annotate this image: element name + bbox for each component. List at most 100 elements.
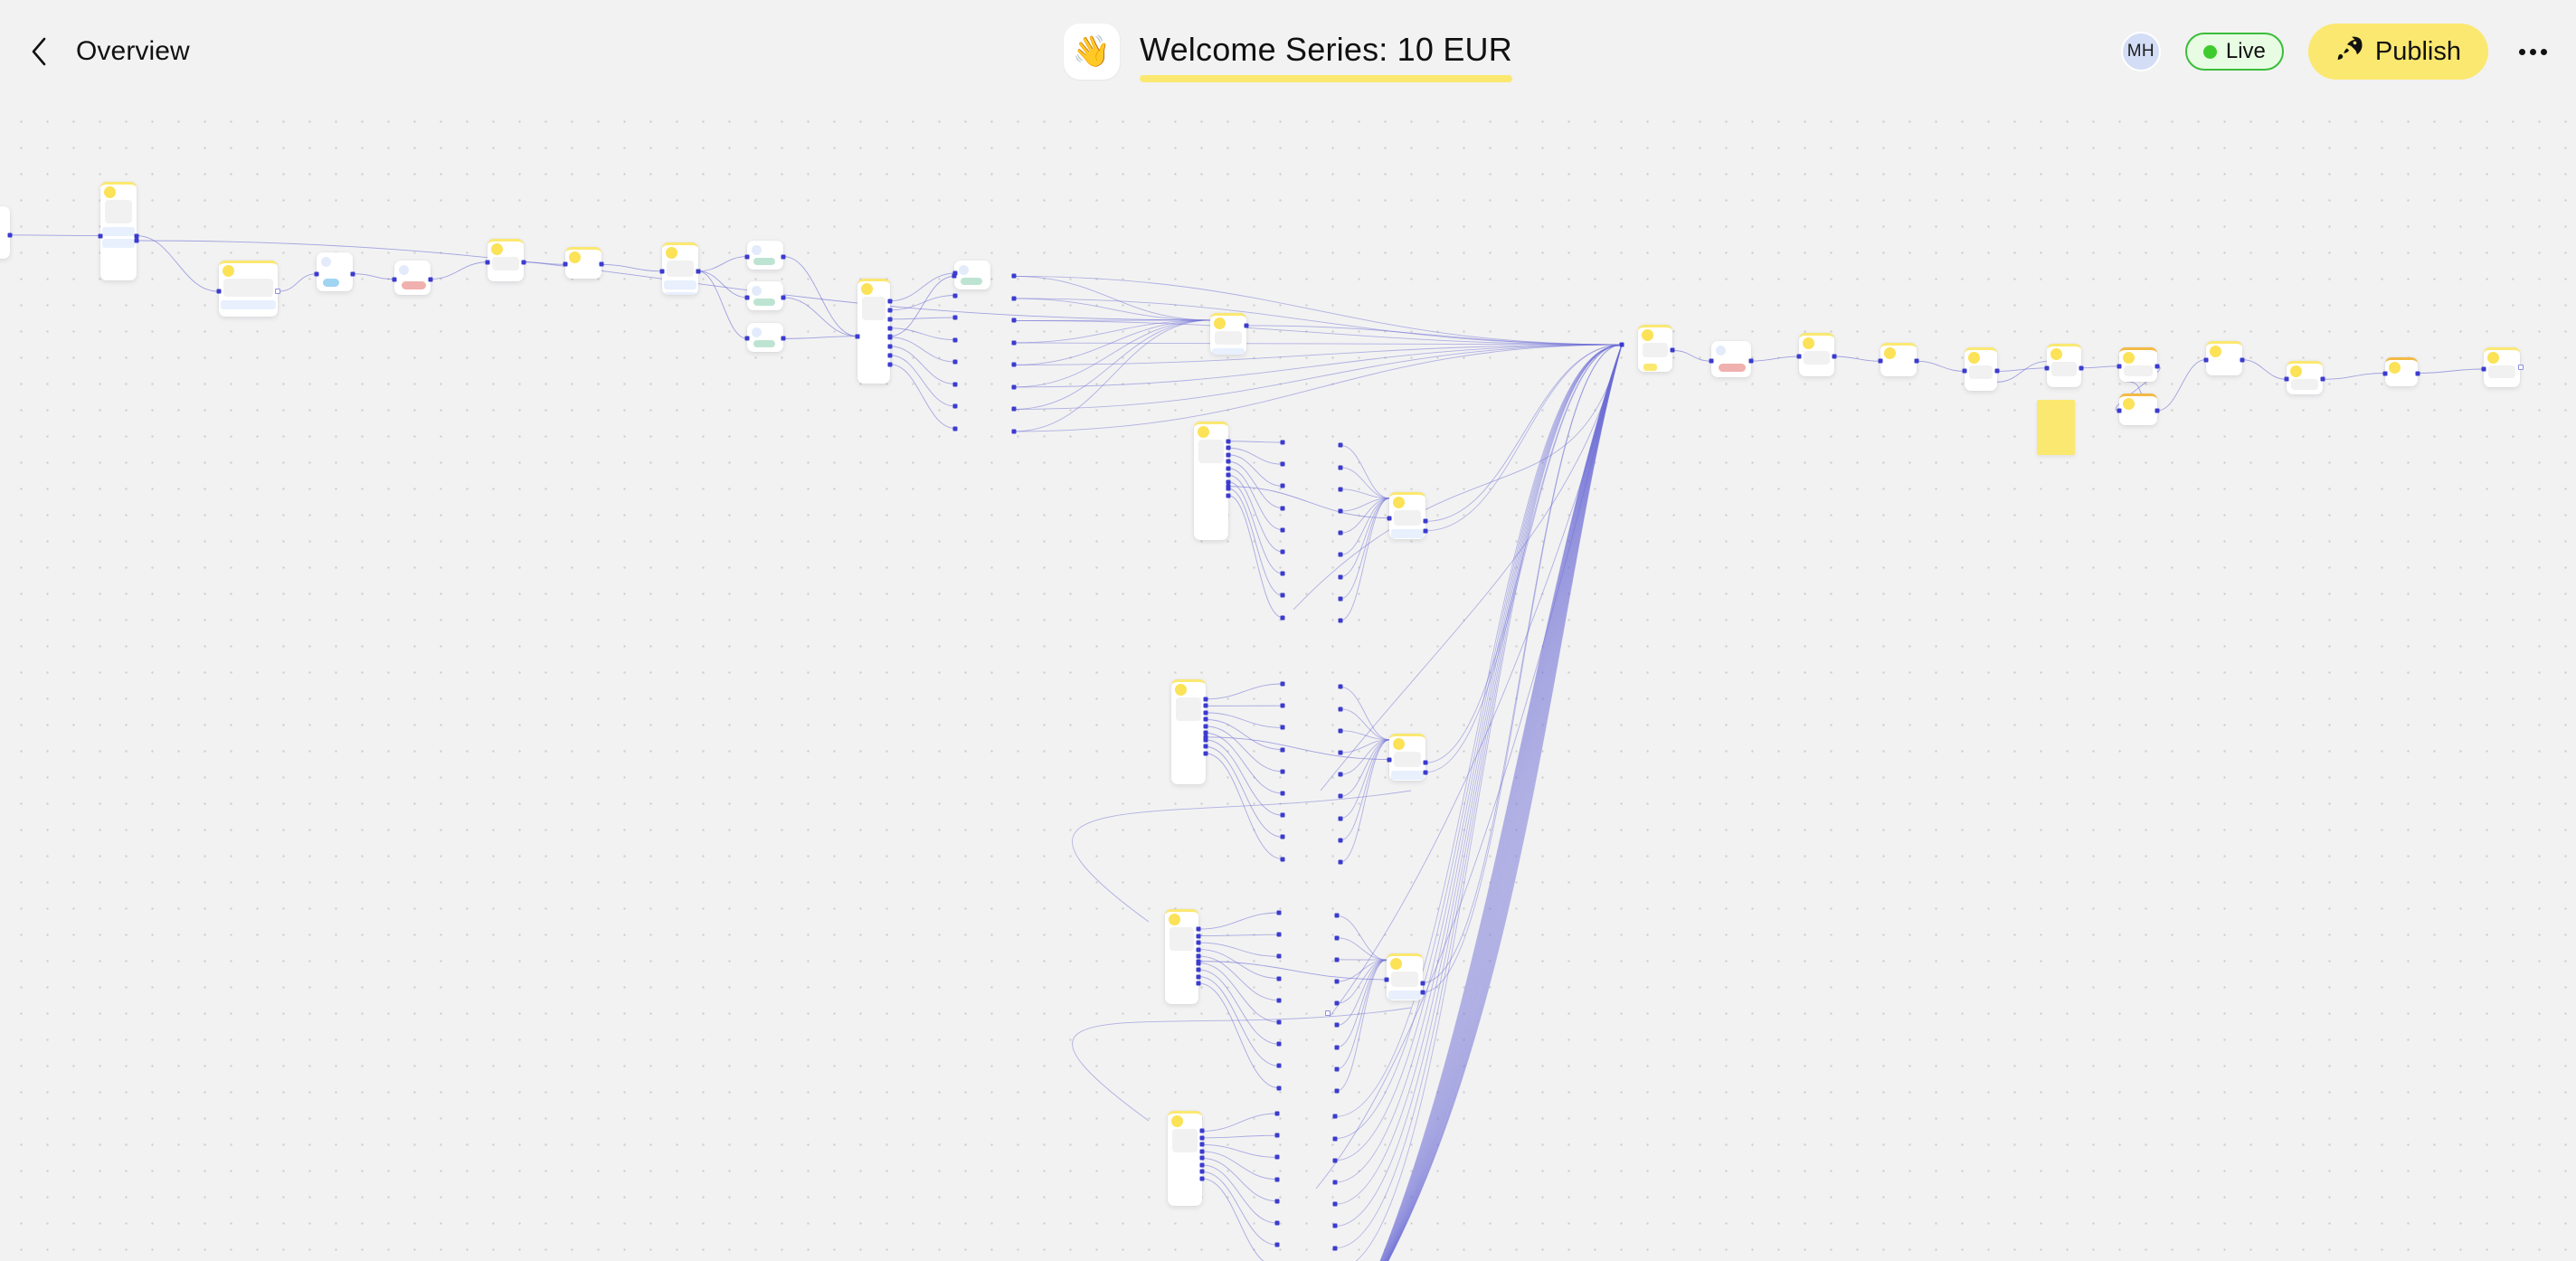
node-handle[interactable]: [1332, 1136, 1338, 1142]
node-handle[interactable]: [1203, 730, 1208, 735]
node-handle[interactable]: [1011, 384, 1017, 390]
flow-node-branch[interactable]: [1164, 909, 1199, 1004]
node-handle[interactable]: [1196, 940, 1201, 945]
node-handle[interactable]: [1338, 684, 1343, 689]
node-handle[interactable]: [1011, 273, 1017, 279]
flow-node-action[interactable]: [2046, 344, 2081, 388]
node-handle[interactable]: [1276, 1041, 1282, 1047]
node-handle[interactable]: [1423, 760, 1428, 765]
node-handle[interactable]: [1203, 703, 1208, 708]
node-handle-open[interactable]: [1325, 1010, 1331, 1016]
node-handle[interactable]: [952, 426, 958, 431]
flow-node-message[interactable]: [317, 251, 354, 292]
node-handle[interactable]: [1280, 791, 1285, 796]
node-handle-open[interactable]: [274, 289, 280, 295]
node-handle[interactable]: [1276, 1086, 1282, 1091]
node-handle[interactable]: [659, 269, 665, 274]
node-handle[interactable]: [2320, 376, 2325, 382]
flow-node-branch[interactable]: [1194, 421, 1229, 540]
flow-node-branch[interactable]: [99, 181, 137, 280]
publish-button[interactable]: Publish: [2307, 24, 2488, 80]
node-handle[interactable]: [1338, 465, 1343, 470]
node-handle[interactable]: [1332, 1114, 1338, 1119]
node-handle[interactable]: [1280, 747, 1285, 753]
node-handle[interactable]: [2203, 357, 2209, 363]
node-handle[interactable]: [1199, 1162, 1205, 1168]
flow-node-wait[interactable]: [1880, 342, 1918, 377]
node-handle[interactable]: [1619, 342, 1624, 347]
node-handle[interactable]: [2240, 357, 2245, 363]
node-handle[interactable]: [1196, 981, 1201, 986]
avatar[interactable]: MH: [2120, 32, 2161, 71]
node-handle[interactable]: [428, 277, 433, 282]
node-handle[interactable]: [314, 271, 319, 277]
flow-node-message[interactable]: [393, 260, 431, 295]
flow-node-message[interactable]: [747, 281, 784, 311]
node-handle[interactable]: [1276, 953, 1282, 959]
node-handle[interactable]: [1280, 812, 1285, 818]
breadcrumb-overview[interactable]: Overview: [76, 36, 190, 67]
node-handle[interactable]: [1196, 953, 1201, 959]
flow-node-wait[interactable]: [564, 247, 601, 280]
node-handle[interactable]: [1338, 772, 1343, 777]
node-handle[interactable]: [1203, 751, 1208, 756]
node-handle[interactable]: [1796, 354, 1802, 359]
node-handle[interactable]: [1011, 318, 1017, 323]
node-handle[interactable]: [1280, 834, 1285, 839]
more-options-button[interactable]: [2513, 32, 2552, 71]
node-handle[interactable]: [1338, 793, 1343, 799]
node-handle[interactable]: [1226, 472, 1231, 478]
node-handle[interactable]: [1226, 493, 1231, 498]
node-handle[interactable]: [1196, 967, 1201, 972]
node-handle[interactable]: [1203, 697, 1208, 702]
node-handle[interactable]: [1280, 506, 1285, 511]
node-handle[interactable]: [216, 289, 222, 294]
node-handle[interactable]: [1196, 947, 1201, 953]
node-handle[interactable]: [1334, 1067, 1340, 1072]
node-handle[interactable]: [485, 260, 490, 265]
node-handle[interactable]: [1423, 518, 1428, 524]
node-handle[interactable]: [134, 238, 139, 243]
flow-node-message[interactable]: [747, 240, 784, 270]
node-handle[interactable]: [392, 277, 397, 282]
node-handle[interactable]: [1274, 1111, 1280, 1116]
node-handle[interactable]: [1387, 757, 1392, 763]
node-handle[interactable]: [1011, 429, 1017, 434]
flow-node-action[interactable]: [1386, 953, 1423, 1001]
node-handle[interactable]: [1338, 728, 1343, 734]
node-handle[interactable]: [1280, 527, 1285, 533]
node-handle[interactable]: [1199, 1135, 1205, 1141]
node-handle[interactable]: [1276, 932, 1282, 937]
flow-node-message[interactable]: [954, 260, 991, 289]
flow-node-wait[interactable]: [1798, 332, 1835, 376]
node-handle[interactable]: [1338, 487, 1343, 492]
flow-node-branch[interactable]: [661, 242, 698, 295]
node-handle[interactable]: [1276, 910, 1282, 915]
node-handle[interactable]: [1332, 1223, 1338, 1228]
node-handle[interactable]: [1199, 1128, 1205, 1133]
node-handle[interactable]: [1280, 681, 1285, 687]
node-handle[interactable]: [952, 270, 958, 276]
node-handle[interactable]: [1011, 406, 1017, 412]
node-handle[interactable]: [1423, 528, 1428, 534]
node-handle[interactable]: [1338, 816, 1343, 821]
node-handle[interactable]: [1670, 347, 1674, 353]
node-handle[interactable]: [781, 254, 786, 260]
node-handle[interactable]: [781, 295, 786, 300]
node-handle[interactable]: [1280, 593, 1285, 598]
node-handle[interactable]: [855, 334, 860, 339]
node-handle[interactable]: [1276, 998, 1282, 1003]
node-handle[interactable]: [887, 362, 893, 367]
node-handle[interactable]: [887, 317, 893, 322]
node-handle[interactable]: [1709, 358, 1714, 364]
node-handle[interactable]: [1748, 358, 1754, 364]
node-handle[interactable]: [1274, 1242, 1280, 1247]
node-handle[interactable]: [521, 260, 526, 265]
node-handle[interactable]: [1274, 1220, 1280, 1226]
node-handle[interactable]: [1334, 957, 1340, 962]
node-handle[interactable]: [1280, 615, 1285, 621]
flow-node-action[interactable]: [2286, 360, 2323, 395]
node-handle[interactable]: [2117, 408, 2122, 413]
node-handle[interactable]: [887, 326, 893, 331]
flow-node-branch[interactable]: [857, 278, 890, 384]
